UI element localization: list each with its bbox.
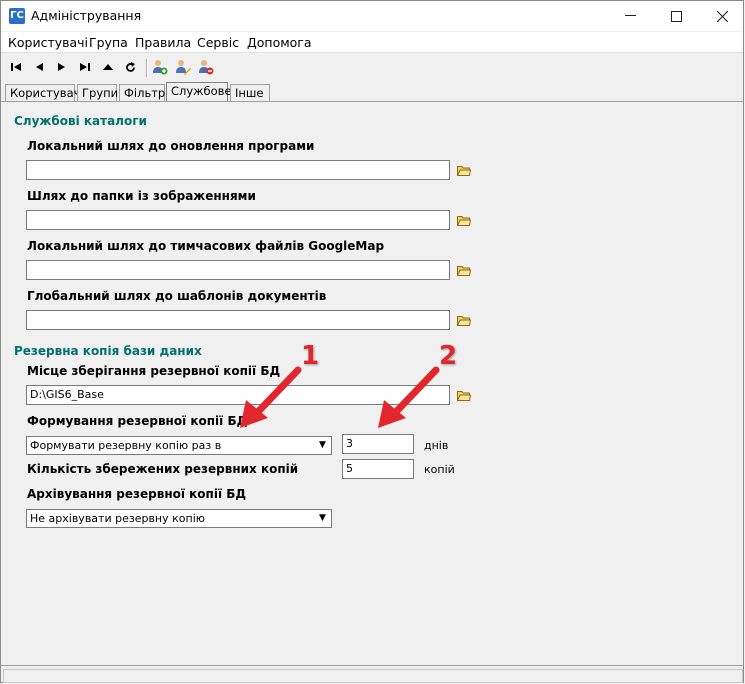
status-pane <box>3 669 743 683</box>
annotation-arrow-2 <box>378 366 440 428</box>
templates-path-input[interactable] <box>26 310 450 330</box>
minimize-icon <box>624 15 636 16</box>
tab-baseline <box>1 101 743 102</box>
chevron-down-icon[interactable]: ▼ <box>315 511 330 526</box>
tab-other[interactable]: Інше <box>230 84 270 101</box>
folder-open-icon[interactable] <box>457 265 471 276</box>
close-icon <box>716 10 728 22</box>
annotation-number-1: 1 <box>301 341 320 371</box>
menu-help[interactable]: Допомога <box>247 35 312 50</box>
backup-archive-value: Не архівувати резервну копію <box>30 512 206 525</box>
title-bar: ГС Адміністрування <box>1 1 743 31</box>
status-bar <box>1 665 743 684</box>
menu-bar: Користувачі Група Правила Сервіс Допомог… <box>1 32 743 53</box>
backup-days-input[interactable]: 3 <box>342 434 414 454</box>
images-path-label: Шлях до папки із зображеннями <box>27 189 256 203</box>
refresh-button[interactable] <box>121 58 139 76</box>
backup-formation-select[interactable]: Формувати резервну копію раз в ▼ <box>26 436 332 455</box>
section-backup-title: Резервна копія бази даних <box>14 344 202 358</box>
up-icon <box>103 64 113 70</box>
next-record-button[interactable] <box>53 58 71 76</box>
update-path-input[interactable] <box>26 160 450 180</box>
toolbar <box>1 54 743 80</box>
add-user-button[interactable] <box>151 58 169 76</box>
maximize-button[interactable] <box>653 1 699 31</box>
menu-group[interactable]: Група <box>89 35 128 50</box>
tab-users[interactable]: Користувачі <box>5 84 84 101</box>
tab-groups[interactable]: Групи <box>77 84 118 101</box>
templates-path-label: Глобальний шлях до шаблонів документів <box>27 289 327 303</box>
edit-user-icon <box>176 60 191 75</box>
folder-open-icon[interactable] <box>457 315 471 326</box>
folder-open-icon[interactable] <box>457 390 471 401</box>
backup-count-unit: копій <box>424 463 455 476</box>
backup-formation-label: Формування резервної копії БД <box>27 414 248 428</box>
backup-archive-label: Архівування резервної копії БД <box>27 487 247 501</box>
menu-users[interactable]: Користувачі <box>8 35 88 50</box>
images-path-input[interactable] <box>26 210 450 230</box>
backup-count-input[interactable]: 5 <box>342 459 414 479</box>
window-title: Адміністрування <box>31 8 142 23</box>
tab-strip: Користувачі Групи Фільтр Службове Інше <box>1 82 743 102</box>
admin-window: ГС Адміністрування Користувачі Група Пра… <box>0 0 744 683</box>
minimize-button[interactable] <box>607 1 653 31</box>
delete-user-button[interactable] <box>197 58 215 76</box>
last-record-button[interactable] <box>76 58 94 76</box>
backup-archive-select[interactable]: Не архівувати резервну копію ▼ <box>26 509 332 528</box>
toolbar-separator <box>146 59 148 77</box>
tab-filter[interactable]: Фільтр <box>119 84 165 101</box>
close-button[interactable] <box>699 1 745 31</box>
backup-days-unit: днів <box>424 439 449 452</box>
annotation-arrow-1 <box>240 366 302 428</box>
last-icon <box>80 63 90 71</box>
section-catalogs-title: Службові каталоги <box>14 114 147 128</box>
app-icon: ГС <box>9 8 25 24</box>
first-record-button[interactable] <box>7 58 25 76</box>
googlemap-path-input[interactable] <box>26 260 450 280</box>
add-user-icon <box>153 60 168 75</box>
prev-record-button[interactable] <box>30 58 48 76</box>
prev-icon <box>36 63 43 71</box>
folder-open-icon[interactable] <box>457 215 471 226</box>
up-button[interactable] <box>99 58 117 76</box>
maximize-icon <box>670 10 682 22</box>
edit-user-button[interactable] <box>174 58 192 76</box>
folder-open-icon[interactable] <box>457 165 471 176</box>
chevron-down-icon[interactable]: ▼ <box>315 438 330 453</box>
backup-formation-value: Формувати резервну копію раз в <box>30 439 222 452</box>
next-icon <box>58 63 65 71</box>
tab-service[interactable]: Службове <box>166 82 232 102</box>
update-path-label: Локальний шлях до оновлення програми <box>27 139 315 153</box>
refresh-icon <box>125 61 135 72</box>
backup-count-label: Кількість збережених резервних копій <box>27 462 299 476</box>
first-icon <box>11 63 21 71</box>
menu-service[interactable]: Сервіс <box>197 35 239 50</box>
menu-rules[interactable]: Правила <box>135 35 191 50</box>
annotation-number-2: 2 <box>439 341 458 371</box>
delete-user-icon <box>199 60 214 75</box>
googlemap-path-label: Локальний шлях до тимчасових файлів Goog… <box>27 239 385 253</box>
